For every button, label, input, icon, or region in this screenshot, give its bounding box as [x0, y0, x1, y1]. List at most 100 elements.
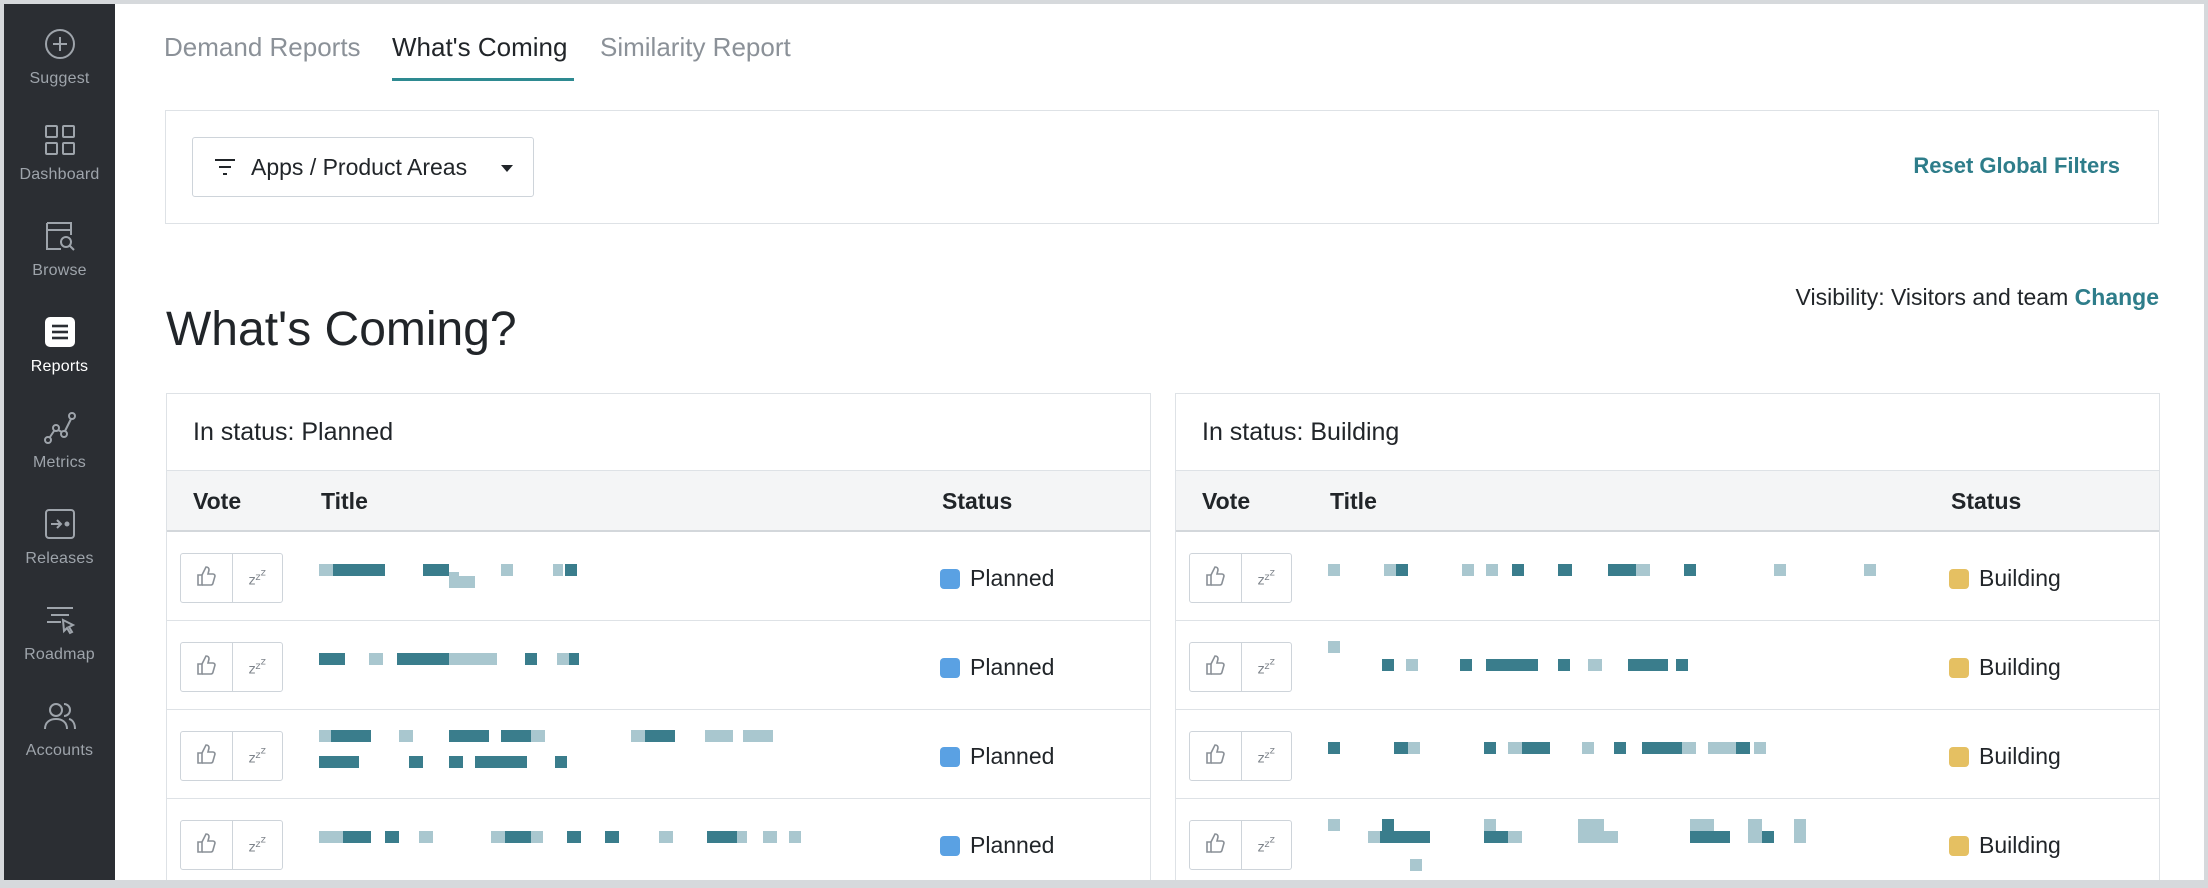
- sidebar-item-dashboard[interactable]: Dashboard: [4, 100, 115, 188]
- plus-circle-icon: [40, 24, 80, 64]
- thumbs-up-icon: [195, 565, 217, 592]
- redacted-block: [1748, 819, 1762, 831]
- sidebar-item-reports[interactable]: Reports: [4, 292, 115, 380]
- thumbs-up-icon: [195, 743, 217, 770]
- redacted-block: [1754, 742, 1766, 754]
- sidebar-item-roadmap[interactable]: Roadmap: [4, 580, 115, 668]
- sidebar-item-metrics[interactable]: Metrics: [4, 388, 115, 476]
- table-row: zzz Building: [1176, 799, 2159, 880]
- sidebar-item-browse[interactable]: Browse: [4, 196, 115, 284]
- sidebar-item-label: Accounts: [25, 742, 94, 759]
- line-chart-icon: [40, 408, 80, 448]
- snooze-button[interactable]: zzz: [1240, 643, 1292, 691]
- snooze-button[interactable]: zzz: [1240, 554, 1292, 602]
- redacted-block: [1682, 742, 1696, 754]
- planned-rows: zzz Planned zzz Planned zzz Planned zzz Planned: [167, 532, 1150, 880]
- redacted-block: [449, 756, 463, 768]
- upvote-button[interactable]: [181, 643, 232, 691]
- status-color-dot: [940, 657, 960, 678]
- redacted-block: [557, 653, 569, 665]
- status-badge: Planned: [940, 654, 1054, 681]
- redacted-block: [1588, 659, 1602, 671]
- snooze-zzz-icon: zzz: [1257, 745, 1275, 767]
- vote-button-group: zzz: [1189, 553, 1292, 603]
- snooze-button[interactable]: zzz: [231, 554, 283, 602]
- apps-product-areas-dropdown[interactable]: Apps / Product Areas: [192, 137, 534, 197]
- redacted-block: [1486, 659, 1538, 671]
- reset-global-filters-link[interactable]: Reset Global Filters: [1913, 153, 2120, 179]
- status-badge: Planned: [940, 832, 1054, 859]
- redacted-block: [1484, 742, 1496, 754]
- redacted-block: [565, 564, 577, 576]
- tab-whats-coming[interactable]: What's Coming: [392, 32, 567, 63]
- snooze-button[interactable]: zzz: [231, 821, 283, 869]
- redacted-block: [1708, 742, 1736, 754]
- redacted-block: [1394, 742, 1408, 754]
- building-panel: In status: Building Vote Title Status zz…: [1175, 393, 2160, 880]
- caret-down-icon: [501, 165, 513, 172]
- feedback-title-redacted[interactable]: [1328, 552, 1908, 606]
- list-icon: [40, 312, 80, 352]
- redacted-block: [531, 730, 545, 742]
- status-label: Building: [1979, 565, 2061, 591]
- filter-icon: [213, 155, 237, 179]
- snooze-zzz-icon: zzz: [1257, 656, 1275, 678]
- status-label: Planned: [970, 565, 1055, 591]
- redacted-block: [1582, 742, 1594, 754]
- tab-demand-reports[interactable]: Demand Reports: [164, 32, 361, 63]
- redacted-block: [475, 756, 527, 768]
- column-header-title: Title: [1330, 488, 1377, 514]
- table-row: zzz Planned: [167, 532, 1150, 621]
- roadmap-icon: [40, 600, 80, 640]
- feedback-title-redacted[interactable]: [319, 641, 899, 695]
- feedback-title-redacted[interactable]: [1328, 819, 1908, 873]
- status-label: Planned: [970, 832, 1055, 858]
- redacted-block: [1558, 659, 1570, 671]
- redacted-block: [399, 730, 413, 742]
- redacted-block: [449, 730, 489, 742]
- feedback-title-redacted[interactable]: [1328, 641, 1908, 695]
- upvote-button[interactable]: [181, 732, 232, 780]
- snooze-button[interactable]: zzz: [231, 732, 283, 780]
- status-badge: Building: [1949, 565, 2061, 592]
- feedback-title-redacted[interactable]: [1328, 730, 1908, 784]
- dropdown-label: Apps / Product Areas: [251, 153, 468, 180]
- redacted-block: [605, 831, 619, 843]
- redacted-block: [1642, 742, 1682, 754]
- snooze-button[interactable]: zzz: [1240, 732, 1292, 780]
- snooze-button[interactable]: zzz: [1240, 821, 1292, 869]
- upvote-button[interactable]: [1190, 554, 1241, 602]
- table-row: zzz Building: [1176, 710, 2159, 799]
- redacted-block: [789, 831, 801, 843]
- grid-icon: [40, 120, 80, 160]
- sidebar-item-releases[interactable]: Releases: [4, 484, 115, 572]
- redacted-block: [743, 730, 773, 742]
- feedback-title-redacted[interactable]: [319, 730, 899, 784]
- sidebar: Suggest Dashboard Browse Reports Metrics: [4, 4, 115, 880]
- sidebar-item-suggest[interactable]: Suggest: [4, 4, 115, 92]
- thumbs-up-icon: [1204, 565, 1226, 592]
- redacted-block: [319, 756, 359, 768]
- feedback-title-redacted[interactable]: [319, 819, 899, 873]
- tab-similarity-report[interactable]: Similarity Report: [600, 32, 791, 63]
- table-row: zzz Planned: [167, 799, 1150, 880]
- redacted-block: [1328, 742, 1340, 754]
- status-badge: Building: [1949, 743, 2061, 770]
- upvote-button[interactable]: [1190, 732, 1241, 780]
- redacted-block: [1396, 564, 1408, 576]
- feedback-title-redacted[interactable]: [319, 552, 899, 606]
- column-header-status: Status: [1951, 488, 2022, 514]
- redacted-block: [449, 653, 465, 665]
- upvote-button[interactable]: [181, 554, 232, 602]
- sidebar-item-accounts[interactable]: Accounts: [4, 676, 115, 764]
- upvote-button[interactable]: [1190, 821, 1241, 869]
- status-color-dot: [1949, 746, 1969, 767]
- change-visibility-link[interactable]: Change: [2075, 284, 2159, 310]
- snooze-button[interactable]: zzz: [231, 643, 283, 691]
- status-label: Building: [1979, 832, 2061, 858]
- upvote-button[interactable]: [1190, 643, 1241, 691]
- redacted-block: [319, 653, 345, 665]
- table-row: zzz Planned: [167, 621, 1150, 710]
- redacted-block: [659, 831, 673, 843]
- upvote-button[interactable]: [181, 821, 232, 869]
